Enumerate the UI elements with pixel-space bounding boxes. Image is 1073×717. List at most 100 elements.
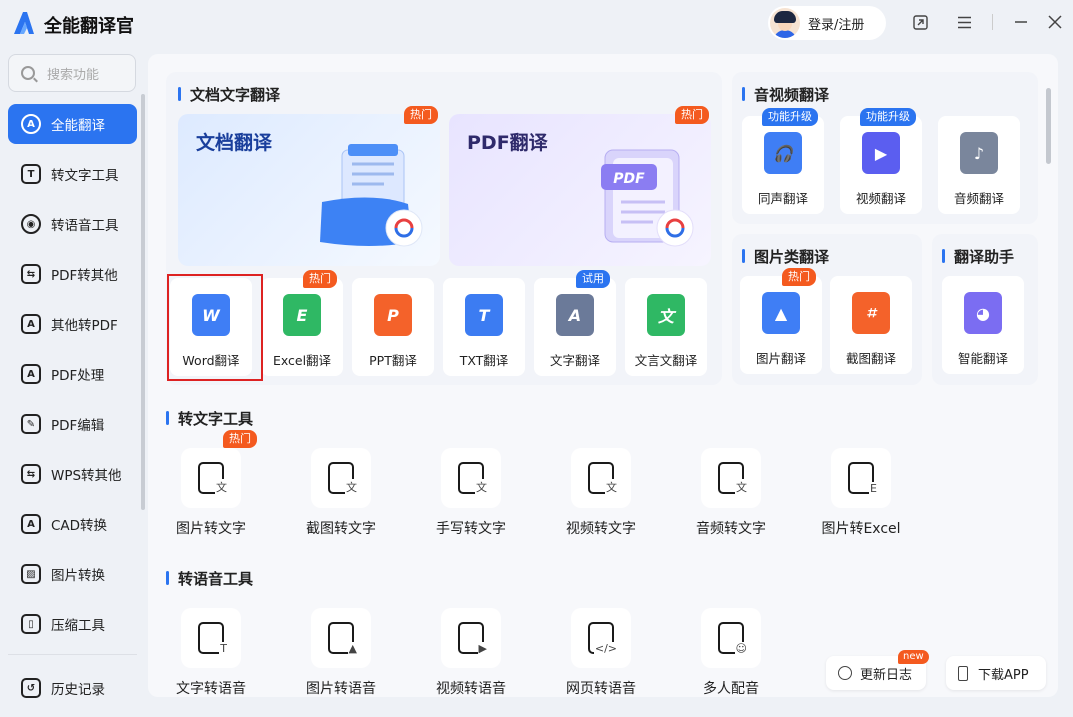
svg-text:PDF: PDF — [613, 171, 645, 187]
tool-item[interactable]: 文视频转文字 — [541, 448, 661, 548]
tile-av-2[interactable]: ♪ 音频翻译 — [938, 116, 1020, 214]
sidebar-item-to-text[interactable]: T 转文字工具 — [8, 154, 137, 194]
tool-label: 网页转语音 — [566, 681, 636, 697]
tool-icon-sub: 文 — [345, 479, 358, 495]
avatar — [770, 8, 800, 38]
tool-label: 音频转文字 — [696, 521, 766, 537]
sidebar-item-to-pdf[interactable]: A 其他转PDF — [8, 304, 137, 344]
tool-icon: 文 — [718, 462, 748, 495]
translate-icon: A — [21, 114, 41, 134]
sidebar-item-to-speech[interactable]: ◉ 转语音工具 — [8, 204, 137, 244]
sidebar-item-cad-convert[interactable]: A CAD转换 — [8, 504, 137, 544]
tile-image-1[interactable]: ⌗ 截图翻译 — [830, 276, 912, 374]
doc-translate-banner[interactable]: 文档翻译 热门 — [178, 106, 440, 266]
section-title: 翻译助手 — [942, 246, 1014, 267]
speech-tools-title: 转语音工具 — [166, 568, 253, 589]
tool-icon-box: 文 — [571, 448, 631, 508]
tool-item[interactable]: 文图片转文字 热门 — [151, 430, 271, 548]
feature-badge: 试用 — [576, 270, 610, 288]
sidebar-item-pdf-edit[interactable]: ✎ PDF编辑 — [8, 404, 137, 444]
tool-icon-box: 文 — [181, 448, 241, 508]
main-panel: 文档文字翻译 文档翻译 热门 PDF翻译 PDF 热门 W Word翻译 E E… — [148, 54, 1058, 697]
search-input[interactable]: 搜索功能 — [8, 54, 136, 92]
tool-label: 视频转文字 — [566, 521, 636, 537]
tile-doc-4[interactable]: A 文字翻译 试用 — [534, 270, 616, 376]
hot-badge: 热门 — [303, 270, 337, 288]
tool-item[interactable]: ▲ 图片转语音 — [281, 608, 401, 697]
tile-av-0[interactable]: 🎧 同声翻译 功能升级 — [742, 108, 824, 214]
changelog-button[interactable]: 更新日志 new — [826, 650, 929, 690]
main-scrollbar[interactable] — [1046, 88, 1051, 164]
download-app-button[interactable]: 下载APP — [946, 656, 1046, 690]
sidebar-item-image-convert[interactable]: ▨ 图片转换 — [8, 554, 137, 594]
tile-doc-1[interactable]: E Excel翻译 热门 — [261, 270, 343, 376]
tool-icon: ▶ — [458, 622, 488, 655]
tool-item[interactable]: ▶ 视频转语音 — [411, 608, 531, 697]
sidebar-item-compress[interactable]: ▯ 压缩工具 — [8, 604, 137, 644]
tile-av-1[interactable]: ▶ 视频翻译 功能升级 — [840, 108, 922, 214]
to-pdf-icon: A — [21, 314, 41, 334]
tool-label: 多人配音 — [703, 681, 759, 697]
tile-doc-5[interactable]: 文文言文翻译 — [625, 278, 707, 376]
tool-item[interactable]: ☺ 多人配音 — [671, 608, 791, 697]
tool-icon: 文 — [328, 462, 358, 495]
sidebar-item-translate[interactable]: A 全能翻译 — [8, 104, 137, 144]
tool-icon-sub: ☺ — [734, 642, 748, 655]
tool-item[interactable]: 文手写转文字 — [411, 448, 531, 548]
pdf-translate-banner[interactable]: PDF翻译 PDF 热门 — [449, 106, 711, 266]
minimize-icon[interactable] — [1012, 13, 1030, 31]
sidebar-item-label: 压缩工具 — [51, 618, 105, 634]
tool-icon-box: E — [831, 448, 891, 508]
tile-icon: 文 — [647, 294, 685, 336]
menu-icon[interactable] — [955, 13, 973, 31]
tool-label: 图片转语音 — [306, 681, 376, 697]
sidebar-item-pdf-convert[interactable]: ⇆ PDF转其他 — [8, 254, 137, 294]
login-button[interactable]: 登录/注册 — [768, 6, 886, 40]
tool-label: 截图转文字 — [306, 521, 376, 537]
hot-badge: 热门 — [675, 106, 709, 124]
feature-badge: 功能升级 — [860, 108, 916, 126]
tile-icon: ◕ — [964, 292, 1002, 334]
tile-doc-3[interactable]: T TXT翻译 — [443, 278, 525, 376]
assistant-card: 翻译助手 ◕ 智能翻译 — [932, 234, 1038, 385]
banner-title: 文档翻译 — [196, 132, 273, 154]
pdf-convert-icon: ⇆ — [21, 264, 41, 284]
sidebar-item-wps-convert[interactable]: ⇆ WPS转其他 — [8, 454, 137, 494]
new-badge: new — [898, 650, 929, 664]
tile-label: 截图翻译 — [845, 351, 896, 366]
compress-icon: ▯ — [21, 614, 41, 634]
hot-badge: 热门 — [404, 106, 438, 124]
tool-icon-sub: E — [869, 482, 878, 495]
tile-label: 视频翻译 — [855, 191, 906, 206]
pdf-document-icon: PDF — [601, 149, 694, 247]
tool-label: 图片转文字 — [176, 521, 246, 537]
tile-icon: ▶ — [862, 132, 900, 174]
tile-assistant-0[interactable]: ◕ 智能翻译 — [942, 276, 1024, 374]
tool-item[interactable]: E 图片转Excel — [801, 448, 921, 548]
tile-image-0[interactable]: ▲ 图片翻译 热门 — [740, 268, 822, 374]
tool-icon-box: T — [181, 608, 241, 668]
tile-label: 智能翻译 — [957, 351, 1008, 366]
tool-icon-sub: 文 — [475, 479, 488, 495]
tool-item[interactable]: 文截图转文字 — [281, 448, 401, 548]
sidebar-item-label: 转语音工具 — [51, 218, 119, 234]
tool-item[interactable]: 文音频转文字 — [671, 448, 791, 548]
feature-badge: 功能升级 — [762, 108, 818, 126]
doc-folder-icon — [320, 144, 423, 247]
tool-item[interactable]: </> 网页转语音 — [541, 608, 661, 697]
tool-icon-sub: ▶ — [477, 642, 488, 655]
pin-window-icon[interactable] — [911, 13, 929, 31]
tool-item[interactable]: T 文字转语音 — [151, 608, 271, 697]
tool-icon-box: 文 — [311, 448, 371, 508]
tool-icon: ▲ — [328, 622, 358, 655]
tile-label: PPT翻译 — [369, 353, 417, 368]
close-icon[interactable] — [1046, 13, 1064, 31]
tile-label: 同声翻译 — [757, 191, 808, 206]
hot-badge: 热门 — [223, 430, 257, 448]
sidebar-item-pdf-process[interactable]: A PDF处理 — [8, 354, 137, 394]
sidebar-scrollbar[interactable] — [141, 94, 145, 510]
sidebar-item-label: 全能翻译 — [51, 118, 105, 134]
sidebar-item-history[interactable]: ↺ 历史记录 — [8, 668, 137, 708]
cad-convert-icon: A — [21, 514, 41, 534]
tile-doc-2[interactable]: P PPT翻译 — [352, 278, 434, 376]
